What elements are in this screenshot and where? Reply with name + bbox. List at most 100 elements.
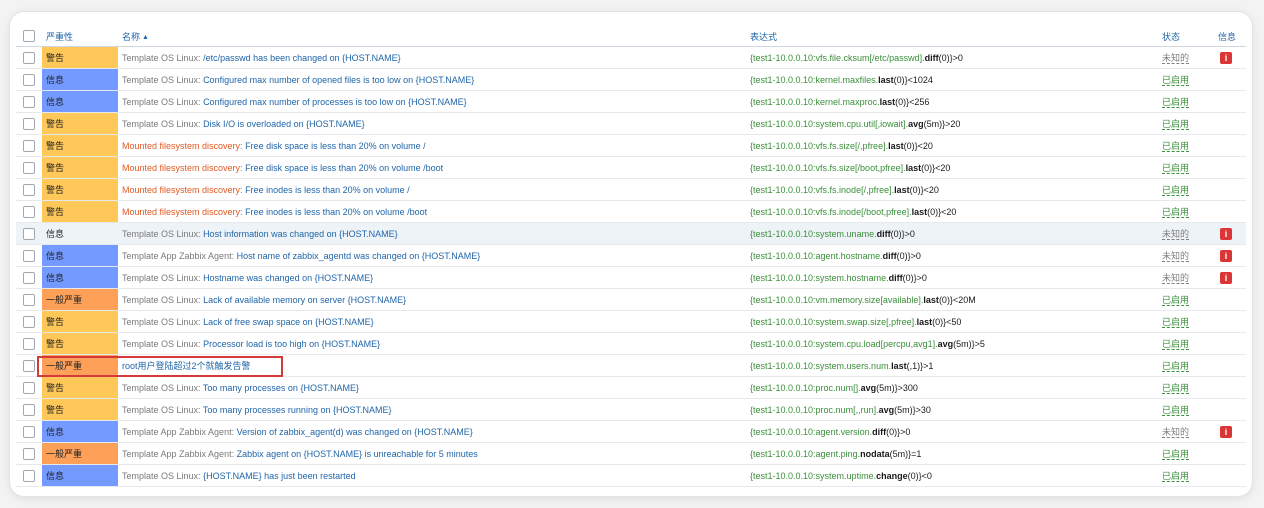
template-link[interactable]: Template OS Linux [122,75,198,85]
trigger-name-link[interactable]: {HOST.NAME} has just been restarted [203,471,356,481]
template-link[interactable]: Template OS Linux [122,229,198,239]
expression-text[interactable]: {test1-10.0.0.10:kernel.maxproc.last(0)}… [750,97,929,107]
info-icon[interactable]: i [1220,51,1232,64]
row-checkbox[interactable] [23,227,35,240]
info-icon[interactable]: i [1220,249,1232,262]
expression-text[interactable]: {test1-10.0.0.10:agent.hostname.diff(0)}… [750,251,921,261]
trigger-name-link[interactable]: Version of zabbix_agent(d) was changed o… [237,427,473,437]
expression-text[interactable]: {test1-10.0.0.10:proc.num[].avg(5m)}>300 [750,383,918,393]
expression-text[interactable]: {test1-10.0.0.10:agent.ping.nodata(5m)}=… [750,449,921,459]
row-checkbox[interactable] [23,249,35,262]
expression-text[interactable]: {test1-10.0.0.10:system.cpu.util[,iowait… [750,119,960,129]
expression-text[interactable]: {test1-10.0.0.10:system.swap.size[,pfree… [750,317,961,327]
status-toggle[interactable]: 已启用 [1162,75,1190,86]
template-link[interactable]: Template App Zabbix Agent [122,427,232,437]
trigger-name-link[interactable]: Free disk space is less than 20% on volu… [245,141,426,151]
row-checkbox[interactable] [23,51,35,64]
row-checkbox[interactable] [23,359,35,372]
trigger-name-link[interactable]: Free inodes is less than 20% on volume /… [245,207,427,217]
status-toggle[interactable]: 已启用 [1162,339,1190,350]
row-checkbox[interactable] [23,381,35,394]
row-checkbox[interactable] [23,73,35,86]
expression-text[interactable]: {test1-10.0.0.10:vfs.fs.size[/,pfree].la… [750,141,933,151]
expression-text[interactable]: {test1-10.0.0.10:system.users.num.last(,… [750,361,933,371]
status-toggle[interactable]: 未知的 [1162,427,1190,438]
trigger-name-link[interactable]: Lack of available memory on server {HOST… [203,295,406,305]
status-toggle[interactable]: 已启用 [1162,207,1190,218]
status-toggle[interactable]: 未知的 [1162,53,1190,64]
row-checkbox[interactable] [23,117,35,130]
status-toggle[interactable]: 已启用 [1162,141,1190,152]
info-icon[interactable]: i [1220,271,1232,284]
header-severity[interactable]: 严重性 [42,26,118,47]
expression-text[interactable]: {test1-10.0.0.10:vfs.file.cksum[/etc/pas… [750,53,963,63]
status-toggle[interactable]: 已启用 [1162,383,1190,394]
row-checkbox[interactable] [23,447,35,460]
trigger-name-link[interactable]: Too many processes running on {HOST.NAME… [203,405,392,415]
row-checkbox[interactable] [23,469,35,482]
status-toggle[interactable]: 已启用 [1162,317,1190,328]
row-checkbox[interactable] [23,205,35,218]
trigger-name-link[interactable]: Too many processes on {HOST.NAME} [203,383,359,393]
template-link[interactable]: Template OS Linux [122,295,198,305]
template-link[interactable]: Template OS Linux [122,119,198,129]
expression-text[interactable]: {test1-10.0.0.10:system.uptime.change(0)… [750,471,932,481]
status-toggle[interactable]: 已启用 [1162,163,1190,174]
row-checkbox[interactable] [23,161,35,174]
trigger-name-link[interactable]: Zabbix agent on {HOST.NAME} is unreachab… [237,449,478,459]
template-link[interactable]: Template OS Linux [122,53,198,63]
template-link[interactable]: Template OS Linux [122,471,198,481]
trigger-name-link[interactable]: Free disk space is less than 20% on volu… [245,163,443,173]
trigger-name-link[interactable]: Host name of zabbix_agentd was changed o… [237,251,481,261]
template-link[interactable]: Template OS Linux [122,383,198,393]
trigger-name-link[interactable]: Configured max number of processes is to… [203,97,467,107]
template-link[interactable]: Template OS Linux [122,97,198,107]
status-toggle[interactable]: 未知的 [1162,229,1190,240]
trigger-name-link[interactable]: Host information was changed on {HOST.NA… [203,229,398,239]
expression-text[interactable]: {test1-10.0.0.10:agent.version.diff(0)}>… [750,427,910,437]
template-link[interactable]: Template OS Linux [122,273,198,283]
status-toggle[interactable]: 已启用 [1162,471,1190,482]
row-checkbox[interactable] [23,271,35,284]
template-link[interactable]: Template OS Linux [122,339,198,349]
row-checkbox[interactable] [23,293,35,306]
row-checkbox[interactable] [23,403,35,416]
select-all-checkbox[interactable] [23,30,35,42]
trigger-name-link[interactable]: Processor load is too high on {HOST.NAME… [203,339,380,349]
trigger-name-link[interactable]: Lack of free swap space on {HOST.NAME} [203,317,374,327]
expression-text[interactable]: {test1-10.0.0.10:kernel.maxfiles.last(0)… [750,75,933,85]
trigger-name-link[interactable]: Configured max number of opened files is… [203,75,474,85]
trigger-name-link[interactable]: root用户登陆超过2个就触发告警 [122,361,251,371]
expression-text[interactable]: {test1-10.0.0.10:proc.num[,,run].avg(5m)… [750,405,931,415]
template-link[interactable]: Mounted filesystem discovery [122,207,240,217]
info-icon[interactable]: i [1220,227,1232,240]
status-toggle[interactable]: 未知的 [1162,273,1190,284]
expression-text[interactable]: {test1-10.0.0.10:system.hostname.diff(0)… [750,273,927,283]
row-checkbox[interactable] [23,139,35,152]
status-toggle[interactable]: 已启用 [1162,405,1190,416]
expression-text[interactable]: {test1-10.0.0.10:vfs.fs.inode[/boot,pfre… [750,207,956,217]
trigger-name-link[interactable]: Free inodes is less than 20% on volume / [245,185,410,195]
header-status[interactable]: 状态 [1158,26,1214,47]
row-checkbox[interactable] [23,425,35,438]
header-name[interactable]: 名称 ▲ [118,26,746,47]
row-checkbox[interactable] [23,183,35,196]
row-checkbox[interactable] [23,337,35,350]
row-checkbox[interactable] [23,95,35,108]
expression-text[interactable]: {test1-10.0.0.10:system.cpu.load[percpu,… [750,339,985,349]
expression-text[interactable]: {test1-10.0.0.10:vfs.fs.inode[/,pfree].l… [750,185,939,195]
template-link[interactable]: Mounted filesystem discovery [122,141,240,151]
status-toggle[interactable]: 已启用 [1162,185,1190,196]
template-link[interactable]: Mounted filesystem discovery [122,163,240,173]
status-toggle[interactable]: 已启用 [1162,119,1190,130]
info-icon[interactable]: i [1220,425,1232,438]
template-link[interactable]: Template OS Linux [122,405,198,415]
trigger-name-link[interactable]: Disk I/O is overloaded on {HOST.NAME} [203,119,365,129]
template-link[interactable]: Template App Zabbix Agent [122,449,232,459]
template-link[interactable]: Template App Zabbix Agent [122,251,232,261]
trigger-name-link[interactable]: /etc/passwd has been changed on {HOST.NA… [203,53,401,63]
expression-text[interactable]: {test1-10.0.0.10:vm.memory.size[availabl… [750,295,976,305]
status-toggle[interactable]: 已启用 [1162,449,1190,460]
template-link[interactable]: Template OS Linux [122,317,198,327]
status-toggle[interactable]: 已启用 [1162,361,1190,372]
